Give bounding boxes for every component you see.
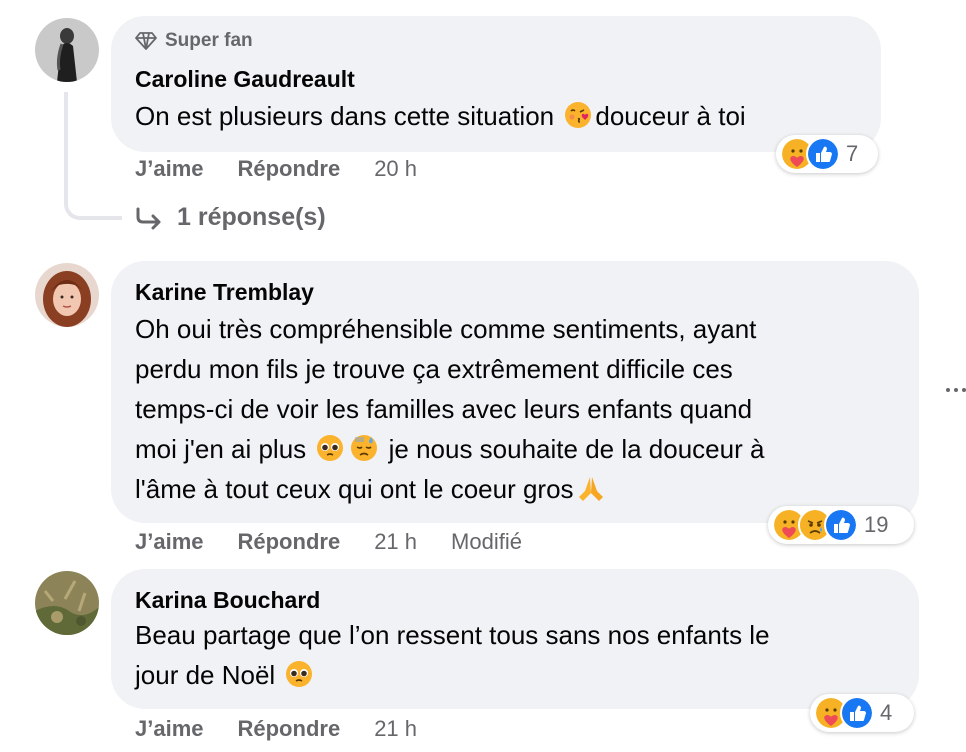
reply-button[interactable]: Répondre (238, 156, 341, 182)
avatar[interactable] (35, 263, 99, 327)
diamond-icon (135, 32, 157, 50)
like-reaction-icon (824, 508, 858, 542)
comment-actions: J’aime Répondre 21 h Modifié (135, 529, 522, 555)
pleading-face-emoji-icon (284, 659, 314, 689)
more-options-icon[interactable] (946, 388, 966, 392)
sad-sweat-emoji-icon (349, 433, 379, 463)
previous-actions-sliver (260, 0, 290, 2)
super-fan-badge: Super fan (135, 30, 253, 52)
comment-text: Beau partage que l’on ressent tous sans … (135, 620, 770, 690)
view-replies-link[interactable]: 1 réponse(s) (135, 203, 326, 232)
kissing-heart-emoji-icon (563, 100, 593, 130)
badge-label: Super fan (165, 30, 253, 51)
comment-actions: J’aime Répondre 21 h (135, 716, 417, 742)
comment-bubble: Super fan Caroline Gaudreault On est plu… (111, 16, 881, 152)
reply-button[interactable]: Répondre (238, 716, 341, 742)
comment-timestamp[interactable]: 21 h (374, 716, 417, 742)
edited-label[interactable]: Modifié (451, 529, 522, 555)
comment-timestamp[interactable]: 20 h (374, 156, 417, 182)
reaction-count: 19 (864, 512, 889, 537)
reactions-summary[interactable]: 7 (776, 135, 878, 173)
avatar[interactable] (35, 18, 99, 82)
reply-button[interactable]: Répondre (238, 529, 341, 555)
like-button[interactable]: J’aime (135, 156, 204, 182)
like-reaction-icon (840, 696, 874, 730)
comment-text: Oh oui très compréhensible comme sentime… (135, 314, 765, 504)
replies-label: 1 réponse(s) (177, 203, 326, 231)
like-button[interactable]: J’aime (135, 529, 204, 555)
avatar[interactable] (35, 571, 99, 635)
comment-actions: J’aime Répondre 20 h (135, 156, 417, 182)
reaction-count: 7 (846, 141, 859, 166)
comment-bubble: Karina Bouchard Beau partage que l’on re… (111, 569, 919, 709)
comment-author[interactable]: Karina Bouchard (135, 587, 320, 614)
reactions-summary[interactable]: 19 (768, 506, 914, 544)
comment-author[interactable]: Caroline Gaudreault (135, 66, 355, 93)
comment-text: On est plusieurs dans cette situation do… (135, 100, 746, 131)
like-button[interactable]: J’aime (135, 716, 204, 742)
reply-arrow-icon (136, 207, 161, 229)
folded-hands-emoji-icon (576, 473, 606, 503)
pleading-face-emoji-icon (315, 433, 345, 463)
comment-timestamp[interactable]: 21 h (374, 529, 417, 555)
comment-author[interactable]: Karine Tremblay (135, 279, 314, 306)
comment-bubble: Karine Tremblay Oh oui très compréhensib… (111, 261, 919, 523)
reactions-summary[interactable]: 4 (810, 694, 914, 732)
like-reaction-icon (806, 137, 840, 171)
reaction-count: 4 (880, 700, 893, 725)
